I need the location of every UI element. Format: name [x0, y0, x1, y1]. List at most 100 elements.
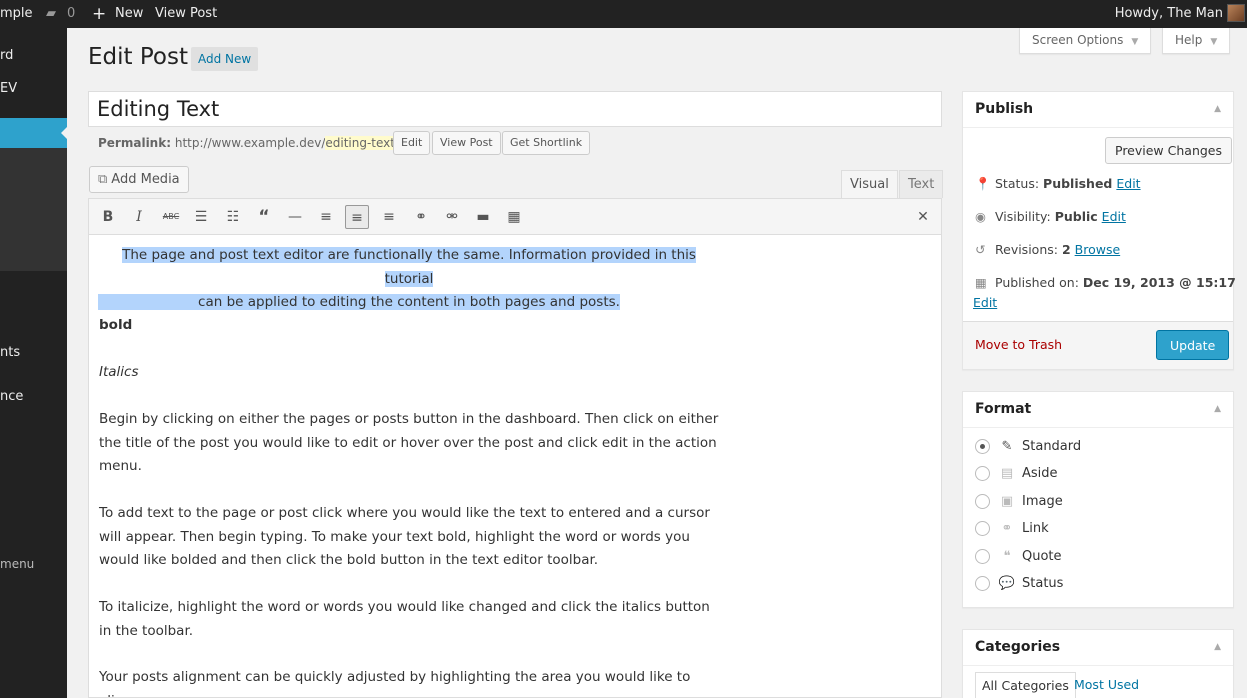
highlighted-line-2: can be applied to editing the content in…	[98, 294, 620, 310]
categories-title: Categories	[975, 639, 1061, 655]
update-button[interactable]: Update	[1156, 330, 1230, 360]
toolbar-toggle-icon[interactable]: ▦	[502, 205, 526, 229]
admin-menu: rd EV nts nce menu	[0, 28, 68, 698]
view-post-button[interactable]: View Post	[432, 131, 501, 155]
fullscreen-icon[interactable]: ✕	[911, 205, 935, 229]
editor-toolbar: B I ABC ☰ ☷ “ — ≡ ≡ ≡ ⚭ ⚮ ▬ ▦ ✕	[88, 198, 942, 235]
format-label: Standard	[1022, 439, 1082, 454]
permalink-base: http://www.example.dev/	[174, 136, 326, 150]
link-icon: ⚭	[1001, 521, 1013, 536]
publish-header[interactable]: Publish ▲	[963, 92, 1233, 128]
published-edit-link[interactable]: Edit	[973, 295, 997, 310]
align-right-icon[interactable]: ≡	[377, 205, 401, 229]
radio[interactable]	[975, 549, 990, 564]
collapse-menu[interactable]: menu	[0, 557, 67, 571]
align-center-icon[interactable]: ≡	[345, 205, 369, 229]
help-tab[interactable]: Help ▼	[1162, 28, 1231, 54]
radio[interactable]	[975, 521, 990, 536]
horizontal-line-icon[interactable]: —	[283, 205, 307, 229]
unlink-icon[interactable]: ⚮	[440, 205, 464, 229]
tab-visual[interactable]: Visual	[841, 170, 898, 198]
menu-item-posts-current[interactable]	[0, 118, 68, 148]
highlighted-line-1: The page and post text editor are functi…	[122, 247, 696, 287]
italic-icon[interactable]: I	[127, 205, 151, 229]
paragraph-4: Your posts alignment can be quickly adju…	[99, 669, 691, 697]
permalink-label: Permalink:	[98, 136, 172, 150]
avatar[interactable]	[1227, 4, 1245, 22]
get-shortlink-button[interactable]: Get Shortlink	[502, 131, 591, 155]
format-header[interactable]: Format ▲	[963, 392, 1233, 428]
tab-all-categories[interactable]: All Categories	[975, 672, 1076, 698]
paragraph-3: To italicize, highlight the word or word…	[99, 599, 710, 639]
chevron-down-icon: ▼	[1210, 37, 1218, 47]
align-left-icon[interactable]: ≡	[314, 205, 338, 229]
format-label: Aside	[1022, 466, 1058, 481]
site-name-link[interactable]: mple	[0, 0, 33, 28]
view-post-link[interactable]: View Post	[155, 0, 217, 28]
permalink-slug[interactable]: editing-text	[325, 136, 395, 150]
link-icon[interactable]: ⚭	[409, 205, 433, 229]
paragraph-2: To add text to the page or post click wh…	[99, 505, 710, 568]
screen-options-label: Screen Options	[1032, 33, 1124, 47]
italic-text: Italics	[99, 364, 139, 380]
screen-options-tab[interactable]: Screen Options ▼	[1019, 28, 1152, 54]
add-media-label: Add Media	[111, 172, 180, 187]
preview-changes-button[interactable]: Preview Changes	[1105, 137, 1233, 164]
menu-item-dashboard[interactable]: rd	[0, 48, 67, 63]
permalink: Permalink: http://www.example.dev/editin…	[98, 131, 399, 155]
collapse-arrow-icon[interactable]: ▲	[1214, 392, 1221, 426]
collapse-arrow-icon[interactable]: ▲	[1214, 92, 1221, 126]
tab-most-used[interactable]: Most Used	[1068, 672, 1145, 698]
format-option-aside[interactable]: ▤ Aside	[975, 465, 1058, 483]
add-media-button[interactable]: ⧉ Add Media	[89, 166, 189, 193]
bold-text: bold	[99, 317, 133, 333]
read-more-icon[interactable]: ▬	[471, 205, 495, 229]
highlighted-paragraph: The page and post text editor are functi…	[98, 244, 719, 315]
plus-icon[interactable]: +	[92, 0, 106, 28]
radio[interactable]	[975, 576, 990, 591]
collapse-arrow-icon[interactable]: ▲	[1214, 630, 1221, 664]
browse-revisions-link[interactable]: Browse	[1075, 242, 1121, 257]
status-edit-link[interactable]: Edit	[1116, 176, 1140, 191]
numbered-list-icon[interactable]: ☷	[221, 205, 245, 229]
radio-selected[interactable]	[975, 439, 990, 454]
comment-icon[interactable]: ▰	[46, 0, 56, 28]
radio[interactable]	[975, 466, 990, 481]
published-on-row: ▦ Published on: Dec 19, 2013 @ 15:17	[975, 275, 1236, 290]
status-label: Status:	[995, 176, 1040, 191]
menu-item-appearance[interactable]: nce	[0, 389, 67, 404]
permalink-edit-button[interactable]: Edit	[393, 131, 431, 155]
menu-item-comments[interactable]: nts	[0, 345, 67, 360]
format-option-link[interactable]: ⚭ Link	[975, 520, 1049, 538]
format-label: Quote	[1022, 549, 1062, 564]
published-label: Published on:	[995, 275, 1079, 290]
help-label: Help	[1175, 33, 1203, 47]
format-option-quote[interactable]: ❝ Quote	[975, 548, 1062, 566]
add-new-button[interactable]: Add New	[191, 47, 259, 71]
post-title-input[interactable]: Editing Text	[88, 91, 942, 127]
categories-header[interactable]: Categories ▲	[963, 630, 1233, 666]
pin-icon: 📍	[975, 176, 991, 191]
blockquote-icon[interactable]: “	[252, 205, 276, 229]
format-option-standard[interactable]: ✎ Standard	[975, 438, 1081, 456]
comments-count[interactable]: 0	[67, 0, 75, 28]
revisions-row: ↺ Revisions: 2 Browse	[975, 242, 1120, 257]
howdy-link[interactable]: Howdy, The Man	[1115, 0, 1223, 28]
format-option-image[interactable]: ▣ Image	[975, 493, 1063, 511]
posts-submenu	[0, 148, 67, 271]
bullet-list-icon[interactable]: ☰	[189, 205, 213, 229]
format-title: Format	[975, 401, 1032, 417]
menu-item-dev[interactable]: EV	[0, 81, 67, 96]
radio[interactable]	[975, 494, 990, 509]
move-to-trash-link[interactable]: Move to Trash	[975, 337, 1062, 352]
revisions-label: Revisions:	[995, 242, 1058, 257]
tab-text[interactable]: Text	[899, 170, 944, 198]
new-link[interactable]: New	[115, 0, 143, 28]
visibility-edit-link[interactable]: Edit	[1102, 209, 1126, 224]
visibility-value: Public	[1054, 209, 1098, 224]
format-option-status[interactable]: 💬 Status	[975, 575, 1063, 593]
pin-icon: ✎	[1001, 439, 1013, 454]
strikethrough-icon[interactable]: ABC	[159, 205, 183, 229]
bold-icon[interactable]: B	[96, 205, 120, 229]
editor-content[interactable]: The page and post text editor are functi…	[88, 235, 942, 698]
